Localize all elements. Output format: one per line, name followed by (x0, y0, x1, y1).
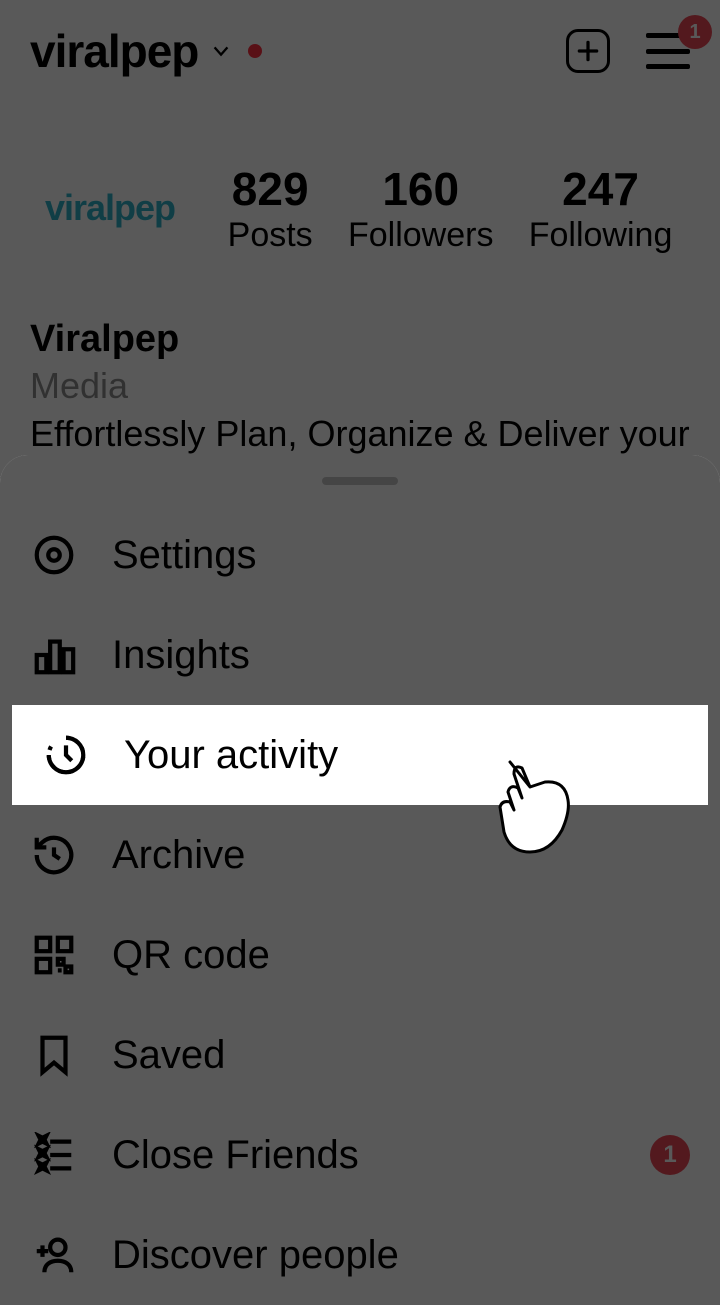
menu-item-label: Your activity (124, 733, 338, 778)
qr-code-icon (30, 931, 78, 979)
bookmark-icon (30, 1031, 78, 1079)
menu-item-close-friends[interactable]: Close Friends 1 (0, 1105, 720, 1205)
menu-item-insights[interactable]: Insights (0, 605, 720, 705)
menu-item-qr-code[interactable]: QR code (0, 905, 720, 1005)
menu-item-saved[interactable]: Saved (0, 1005, 720, 1105)
bar-chart-icon (30, 631, 78, 679)
menu-item-your-activity[interactable]: Your activity (12, 705, 708, 805)
screen: viralpep 1 viralpep 829 Posts 160 (0, 0, 720, 1305)
menu-item-label: Archive (112, 833, 245, 878)
close-friends-badge: 1 (650, 1135, 690, 1175)
activity-clock-icon (42, 731, 90, 779)
sheet-menu: Settings Insights Your activity Archive (0, 505, 720, 1305)
gear-icon (30, 531, 78, 579)
menu-item-label: Saved (112, 1033, 225, 1078)
menu-item-label: Settings (112, 533, 257, 578)
archive-clock-icon (30, 831, 78, 879)
bottom-sheet: Settings Insights Your activity Archive (0, 455, 720, 1305)
menu-item-archive[interactable]: Archive (0, 805, 720, 905)
tutorial-pointer-icon (490, 752, 580, 867)
menu-item-label: QR code (112, 933, 270, 978)
menu-item-label: Discover people (112, 1233, 399, 1278)
star-list-icon (30, 1131, 78, 1179)
menu-item-settings[interactable]: Settings (0, 505, 720, 605)
menu-item-discover-people[interactable]: Discover people (0, 1205, 720, 1305)
sheet-drag-handle[interactable] (322, 477, 398, 485)
menu-item-label: Close Friends (112, 1133, 359, 1178)
menu-item-label: Insights (112, 633, 250, 678)
add-person-icon (30, 1231, 78, 1279)
